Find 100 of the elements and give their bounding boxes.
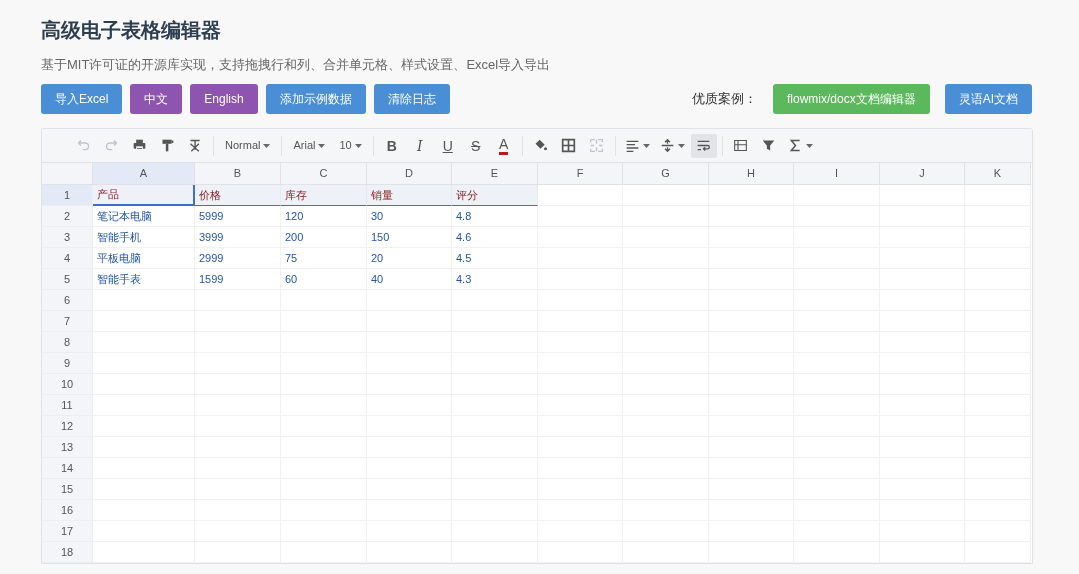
empty-cell[interactable] [965, 374, 1031, 395]
empty-cell[interactable] [965, 185, 1031, 206]
empty-cell[interactable] [623, 185, 709, 206]
empty-cell[interactable] [965, 269, 1031, 290]
row-header[interactable]: 14 [42, 458, 93, 479]
empty-cell[interactable] [709, 542, 794, 563]
column-header[interactable]: J [880, 163, 965, 185]
caret-icon [805, 143, 813, 148]
column-header[interactable]: F [538, 163, 623, 185]
row-header[interactable]: 7 [42, 311, 93, 332]
row-header[interactable]: 15 [42, 479, 93, 500]
empty-cell[interactable] [965, 332, 1031, 353]
column-header[interactable]: A [93, 163, 195, 185]
table-cell[interactable]: 4.8 [452, 206, 538, 227]
table-cell[interactable]: 产品 [93, 185, 195, 206]
header-corner-cell[interactable] [42, 163, 93, 185]
empty-cell[interactable] [965, 206, 1031, 227]
toolbar-letter-button[interactable]: B [378, 133, 405, 158]
toolbar-dropdown-button[interactable]: Normal [219, 133, 277, 158]
table-cell[interactable]: 4.3 [452, 269, 538, 290]
empty-cell[interactable] [281, 542, 367, 563]
empty-cell[interactable] [195, 542, 281, 563]
table-cell[interactable]: 200 [281, 227, 367, 248]
row-header[interactable]: 8 [42, 332, 93, 353]
table-cell[interactable]: 库存 [281, 185, 367, 206]
toolbar-letter-button[interactable]: I [406, 133, 433, 158]
row-header[interactable]: 18 [42, 542, 93, 563]
empty-cell[interactable] [965, 311, 1031, 332]
empty-cell[interactable] [965, 521, 1031, 542]
table-cell[interactable]: 销量 [367, 185, 452, 206]
row-header[interactable]: 12 [42, 416, 93, 437]
empty-cell[interactable] [965, 542, 1031, 563]
freeze-icon [733, 138, 749, 153]
empty-cell[interactable] [880, 542, 965, 563]
column-header[interactable]: I [794, 163, 880, 185]
row-header[interactable]: 11 [42, 395, 93, 416]
empty-cell[interactable] [965, 458, 1031, 479]
table-cell[interactable]: 1599 [195, 269, 281, 290]
toolbar-letter-button[interactable]: A [490, 133, 517, 158]
empty-cell[interactable] [452, 542, 538, 563]
table-cell[interactable]: 5999 [195, 206, 281, 227]
table-cell[interactable]: 价格 [195, 185, 281, 206]
empty-cell[interactable] [794, 542, 880, 563]
row-header[interactable]: 10 [42, 374, 93, 395]
table-cell[interactable]: 笔记本电脑 [93, 206, 195, 227]
table-cell[interactable]: 评分 [452, 185, 538, 206]
table-cell[interactable]: 智能手表 [93, 269, 195, 290]
row-header[interactable]: 6 [42, 290, 93, 311]
table-cell[interactable]: 120 [281, 206, 367, 227]
column-header[interactable]: H [709, 163, 794, 185]
column-header[interactable]: G [623, 163, 709, 185]
toolbar-letter-button[interactable]: S [462, 133, 489, 158]
table-cell[interactable]: 4.6 [452, 227, 538, 248]
empty-cell[interactable] [623, 542, 709, 563]
toolbar-button[interactable]: English [190, 84, 258, 114]
empty-cell[interactable] [965, 227, 1031, 248]
empty-cell[interactable] [538, 206, 623, 227]
toolbar-button[interactable]: 中文 [130, 84, 183, 114]
table-cell[interactable]: 75 [281, 248, 367, 269]
table-cell[interactable]: 150 [367, 227, 452, 248]
empty-cell[interactable] [965, 416, 1031, 437]
table-cell[interactable]: 30 [367, 206, 452, 227]
column-header[interactable]: K [965, 163, 1031, 185]
table-cell[interactable]: 20 [367, 248, 452, 269]
column-header[interactable]: D [367, 163, 452, 185]
row-header[interactable]: 4 [42, 248, 93, 269]
row-header[interactable]: 3 [42, 227, 93, 248]
toolbar-letter-button[interactable]: U [434, 133, 461, 158]
table-cell[interactable]: 智能手机 [93, 227, 195, 248]
toolbar-dropdown-button[interactable]: 10 [333, 133, 368, 158]
empty-cell[interactable] [965, 248, 1031, 269]
row-header[interactable]: 5 [42, 269, 93, 290]
empty-cell[interactable] [965, 290, 1031, 311]
row-header[interactable]: 1 [42, 185, 93, 206]
toolbar-dropdown-button[interactable]: Arial [287, 133, 332, 158]
column-header[interactable]: C [281, 163, 367, 185]
empty-cell[interactable] [538, 542, 623, 563]
row-header[interactable]: 17 [42, 521, 93, 542]
empty-cell[interactable] [880, 185, 965, 206]
table-cell[interactable]: 平板电脑 [93, 248, 195, 269]
toolbar-wrap-button[interactable] [690, 133, 717, 158]
table-cell[interactable]: 4.5 [452, 248, 538, 269]
row-header[interactable]: 9 [42, 353, 93, 374]
row-header[interactable]: 13 [42, 437, 93, 458]
empty-cell[interactable] [965, 500, 1031, 521]
empty-cell[interactable] [367, 542, 452, 563]
empty-cell[interactable] [965, 395, 1031, 416]
column-header[interactable]: E [452, 163, 538, 185]
empty-cell[interactable] [709, 185, 794, 206]
table-cell[interactable]: 3999 [195, 227, 281, 248]
row-header[interactable]: 16 [42, 500, 93, 521]
table-cell[interactable]: 2999 [195, 248, 281, 269]
empty-cell[interactable] [794, 185, 880, 206]
empty-cell[interactable] [965, 437, 1031, 458]
table-cell[interactable]: 40 [367, 269, 452, 290]
empty-cell[interactable] [965, 479, 1031, 500]
column-header[interactable]: B [195, 163, 281, 185]
table-cell[interactable]: 60 [281, 269, 367, 290]
empty-cell[interactable] [965, 353, 1031, 374]
row-header[interactable]: 2 [42, 206, 93, 227]
